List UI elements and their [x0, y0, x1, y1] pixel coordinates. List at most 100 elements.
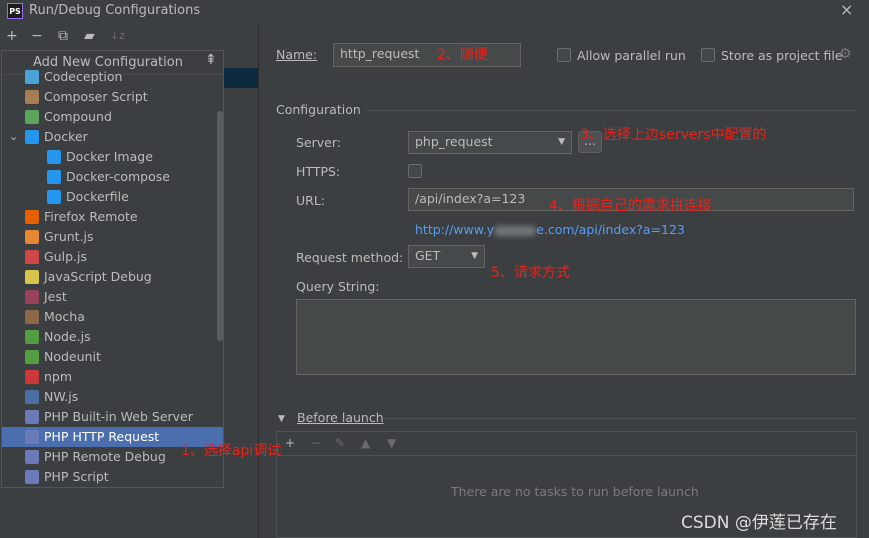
docker-icon [47, 190, 61, 204]
add-new-configuration-popup: Add New Configuration ⇞ Codeception Compo… [1, 50, 224, 488]
config-type-item[interactable]: PHP Built-in Web Server [2, 407, 223, 427]
new-folder-icon[interactable]: ▰ [84, 27, 95, 45]
https-checkbox[interactable] [408, 164, 422, 178]
config-type-label: Jest [44, 289, 67, 304]
config-type-label: PHP HTTP Request [44, 429, 160, 444]
server-label: Server: [296, 135, 341, 150]
config-type-item[interactable]: Jest [2, 287, 223, 307]
docker-icon [47, 150, 61, 164]
nodejs-icon [25, 330, 39, 344]
composer-icon [25, 90, 39, 104]
config-type-item[interactable]: PHP Script [2, 467, 223, 487]
section-divider [366, 110, 856, 111]
config-type-item[interactable]: Docker-compose [2, 167, 223, 187]
config-type-label: Composer Script [44, 89, 148, 104]
csdn-watermark: CSDN @伊莲已存在 [681, 513, 837, 533]
add-icon[interactable]: + [6, 27, 18, 45]
config-type-label: Nodeunit [44, 349, 101, 364]
tasks-toolbar: + − ✎ ▲ ▼ [277, 432, 856, 456]
compound-icon [25, 110, 39, 124]
add-task-icon[interactable]: + [285, 436, 295, 450]
config-type-item[interactable]: Composer Script [2, 87, 223, 107]
url-preview-suffix: e.com/api/index?a=123 [536, 222, 685, 237]
url-preview-link[interactable]: http://www.y e.com/api/index?a=123 [415, 222, 685, 237]
before-launch-label[interactable]: Before launch [297, 410, 384, 425]
config-type-label: npm [44, 369, 73, 384]
config-type-label: Compound [44, 109, 112, 124]
config-type-item[interactable]: Codeception [2, 67, 223, 87]
gear-icon[interactable]: ⚙ [839, 46, 852, 62]
window-title: Run/Debug Configurations [29, 3, 201, 18]
close-icon[interactable]: × [840, 0, 853, 19]
query-string-textarea[interactable] [296, 299, 856, 375]
server-select[interactable]: php_request ▼ [408, 131, 572, 154]
store-as-project-file-label: Store as project file [721, 48, 843, 63]
config-type-label: JavaScript Debug [44, 269, 152, 284]
panel-divider [258, 24, 259, 538]
name-label: Name: [276, 47, 318, 62]
annotation-3: 3、选择上边servers中配置的 [580, 127, 767, 143]
config-type-item[interactable]: Dockerfile [2, 187, 223, 207]
remove-task-icon[interactable]: − [311, 436, 321, 450]
chevron-down-icon[interactable]: ⌄ [9, 127, 18, 147]
config-type-item[interactable]: Grunt.js [2, 227, 223, 247]
annotation-1: 1、选择api调试 [181, 443, 282, 459]
expand-before-launch-icon[interactable]: ▼ [278, 414, 285, 424]
move-down-icon[interactable]: ▼ [387, 436, 396, 450]
https-label: HTTPS: [296, 164, 341, 179]
config-type-item[interactable]: JavaScript Debug [2, 267, 223, 287]
sort-icon[interactable]: ↓z [110, 27, 125, 45]
popup-scrollbar[interactable] [217, 111, 223, 341]
config-type-item[interactable]: Node.js [2, 327, 223, 347]
tree-selection-highlight [224, 68, 258, 88]
config-type-label: NW.js [44, 389, 79, 404]
query-string-label: Query String: [296, 279, 380, 294]
firefox-icon [25, 210, 39, 224]
config-type-item[interactable]: Docker Image [2, 147, 223, 167]
config-type-label: PHP Script [44, 469, 109, 484]
config-type-label: Docker Image [66, 149, 153, 164]
name-field[interactable]: http_request [333, 43, 521, 67]
config-type-label: Mocha [44, 309, 85, 324]
php-icon [25, 430, 39, 444]
php-icon [25, 450, 39, 464]
config-type-label: PHP Built-in Web Server [44, 409, 193, 424]
config-type-label: Dockerfile [66, 189, 129, 204]
config-type-item[interactable]: NW.js [2, 387, 223, 407]
request-method-select[interactable]: GET ▼ [408, 245, 485, 268]
annotation-5: 5、请求方式 [491, 265, 570, 281]
npm-icon [25, 370, 39, 384]
store-as-project-file-checkbox[interactable] [701, 48, 715, 62]
config-type-item[interactable]: npm [2, 367, 223, 387]
config-type-item[interactable]: Compound [2, 107, 223, 127]
move-up-icon[interactable]: ▲ [361, 436, 370, 450]
chevron-down-icon: ▼ [558, 137, 565, 147]
config-type-label: Node.js [44, 329, 91, 344]
grunt-icon [25, 230, 39, 244]
config-type-item[interactable]: ⌄ Docker [2, 127, 223, 147]
allow-parallel-run-checkbox[interactable] [557, 48, 571, 62]
remove-icon[interactable]: − [31, 27, 43, 45]
php-icon [25, 410, 39, 424]
url-preview-prefix: http://www.y [415, 222, 495, 237]
config-type-label: Codeception [44, 69, 123, 84]
config-type-item[interactable]: Nodeunit [2, 347, 223, 367]
config-type-label: PHP Remote Debug [44, 449, 166, 464]
mocha-icon [25, 310, 39, 324]
copy-icon[interactable]: ⧉ [58, 27, 68, 45]
codeception-icon [25, 70, 39, 84]
config-type-item[interactable]: Gulp.js [2, 247, 223, 267]
before-launch-divider [384, 418, 856, 419]
collapse-all-icon[interactable]: ⇞ [205, 52, 217, 68]
edit-task-icon[interactable]: ✎ [335, 436, 345, 450]
server-select-value: php_request [415, 134, 493, 149]
jest-icon [25, 290, 39, 304]
config-type-item[interactable]: Mocha [2, 307, 223, 327]
request-method-label: Request method: [296, 250, 404, 265]
php-icon [25, 470, 39, 484]
config-type-label: Firefox Remote [44, 209, 138, 224]
config-type-label: Docker-compose [66, 169, 170, 184]
phpstorm-logo-icon: PS [7, 3, 23, 19]
config-type-item[interactable]: Firefox Remote [2, 207, 223, 227]
config-type-label: Gulp.js [44, 249, 87, 264]
